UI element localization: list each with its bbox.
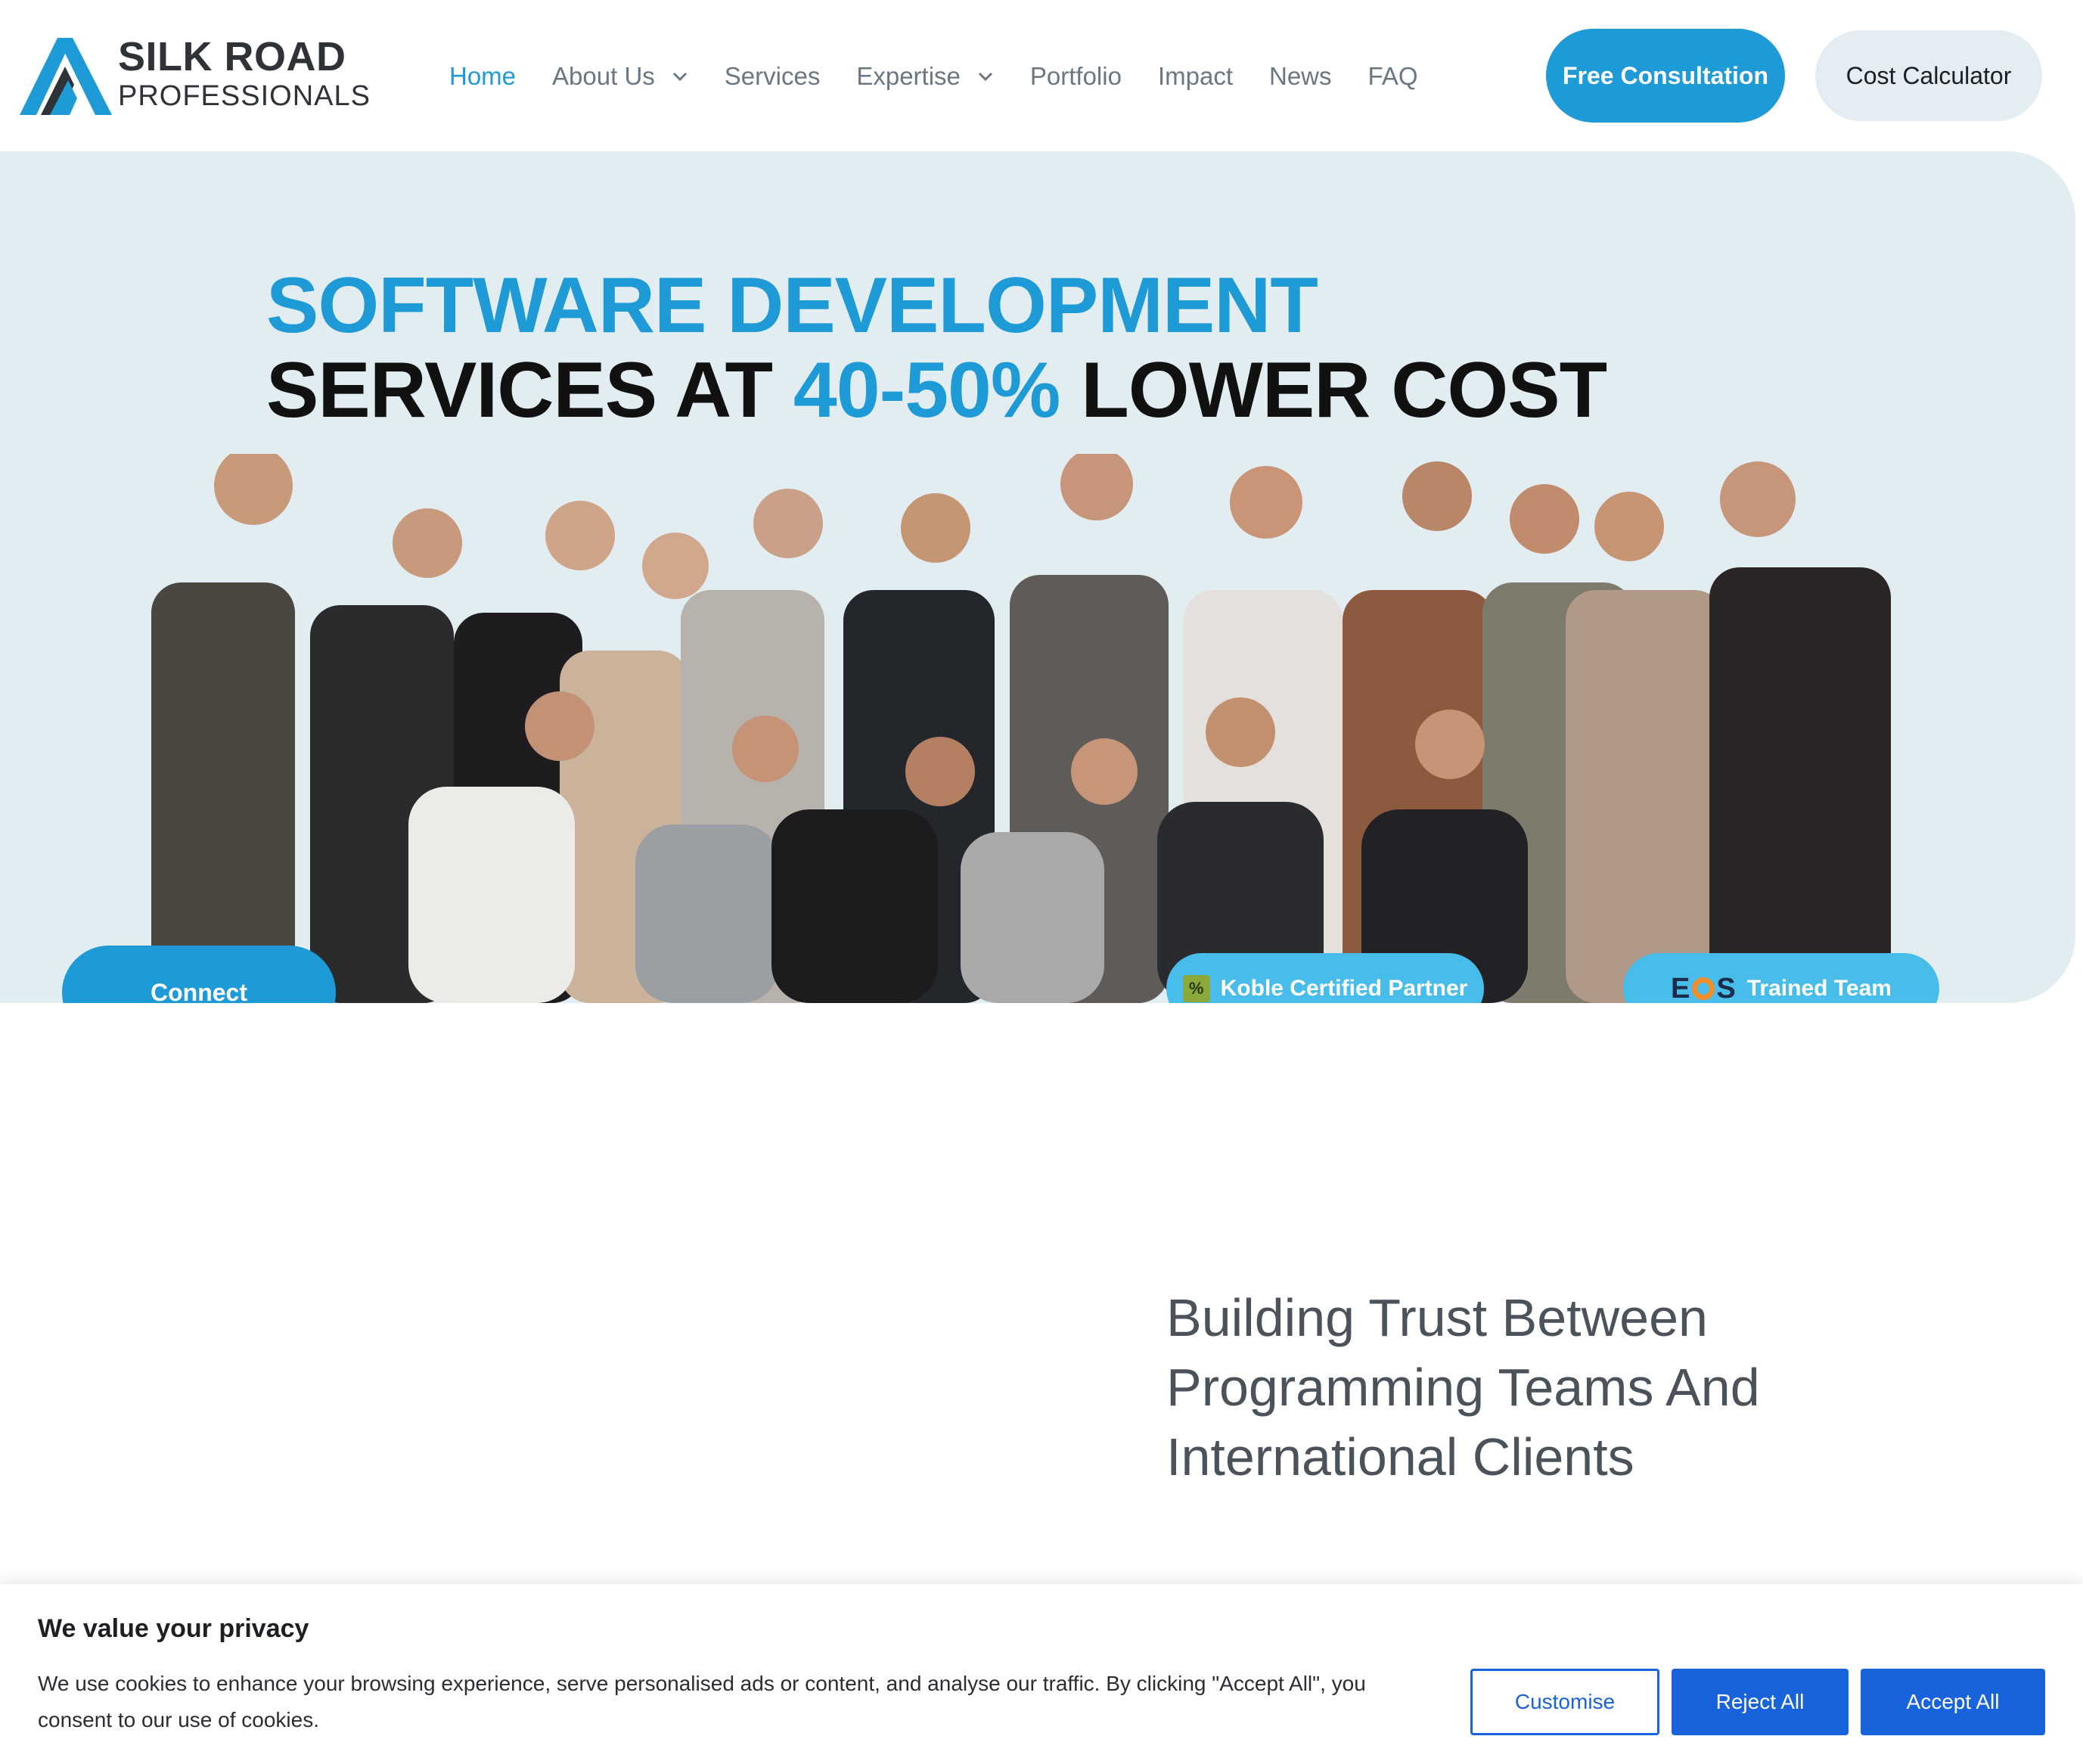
connect-button[interactable]: Connect: [62, 946, 336, 1003]
logo-mark-icon: [20, 38, 112, 115]
nav-item-expertise[interactable]: Expertise: [856, 62, 994, 91]
hero-title-line1: SOFTWARE DEVELOPMENT: [266, 262, 1318, 349]
cookie-banner: We value your privacy We use cookies to …: [0, 1584, 2083, 1764]
nav-item-impact[interactable]: Impact: [1158, 62, 1233, 91]
nav-item-about-us[interactable]: About Us: [552, 62, 688, 91]
nav-item-label: FAQ: [1367, 62, 1418, 90]
accept-all-button[interactable]: Accept All: [1861, 1669, 2045, 1735]
section-heading: Building Trust Between Programming Teams…: [1166, 1288, 1760, 1486]
cookie-text: We use cookies to enhance your browsing …: [38, 1672, 1366, 1731]
hero-section: SOFTWARE DEVELOPMENT SERVICES AT 40-50% …: [0, 151, 2075, 1003]
chevron-down-icon: [978, 72, 992, 82]
nav-item-services[interactable]: Services: [725, 62, 821, 91]
nav-item-home[interactable]: Home: [449, 62, 516, 91]
nav-item-label: Portfolio: [1029, 62, 1122, 90]
nav-item-label: News: [1269, 62, 1332, 90]
site-header: SILK ROAD PROFESSIONALS Home About Us Se…: [0, 0, 2083, 151]
site-logo[interactable]: SILK ROAD PROFESSIONALS: [20, 33, 370, 116]
nav-item-faq[interactable]: FAQ: [1368, 62, 1418, 91]
customise-button[interactable]: Customise: [1470, 1669, 1659, 1735]
logo-name-line2: PROFESSIONALS: [118, 80, 371, 112]
hero-title-line2-pre: SERVICES AT: [266, 346, 793, 434]
nav-item-label: Home: [449, 62, 517, 90]
nav-item-label: Services: [724, 62, 821, 90]
team-photo: [151, 454, 1891, 1003]
cookie-title: We value your privacy: [38, 1614, 309, 1643]
free-consultation-button[interactable]: Free Consultation: [1546, 29, 1785, 123]
koble-certified-badge: % Koble Certified Partner: [1166, 953, 1484, 1003]
nav-item-label: About Us: [552, 62, 655, 90]
hero-title-line2: SERVICES AT 40-50% LOWER COST: [266, 351, 1607, 430]
hero-title-accent: 40-50%: [793, 346, 1060, 434]
cost-calculator-button[interactable]: Cost Calculator: [1815, 30, 2042, 121]
nav-item-label: Expertise: [856, 62, 961, 90]
chevron-down-icon: [672, 72, 687, 82]
eos-badge-label: Trained Team: [1746, 976, 1892, 1001]
nav-item-news[interactable]: News: [1269, 62, 1332, 91]
logo-name-line1: SILK ROAD: [118, 34, 346, 79]
eos-logo-icon: ES: [1671, 972, 1737, 1004]
reject-all-button[interactable]: Reject All: [1672, 1669, 1849, 1735]
koble-logo-icon: %: [1182, 975, 1210, 1002]
koble-badge-label: Koble Certified Partner: [1220, 976, 1468, 1001]
nav-item-portfolio[interactable]: Portfolio: [1030, 62, 1122, 91]
main-nav: Home About Us Services Expertise Portfol…: [449, 57, 1454, 95]
nav-item-label: Impact: [1157, 62, 1233, 90]
hero-title-line2-post: LOWER COST: [1060, 346, 1607, 434]
hero-title: SOFTWARE DEVELOPMENT SERVICES AT 40-50% …: [266, 262, 1607, 430]
eos-trained-badge: ES Trained Team: [1623, 953, 1939, 1003]
